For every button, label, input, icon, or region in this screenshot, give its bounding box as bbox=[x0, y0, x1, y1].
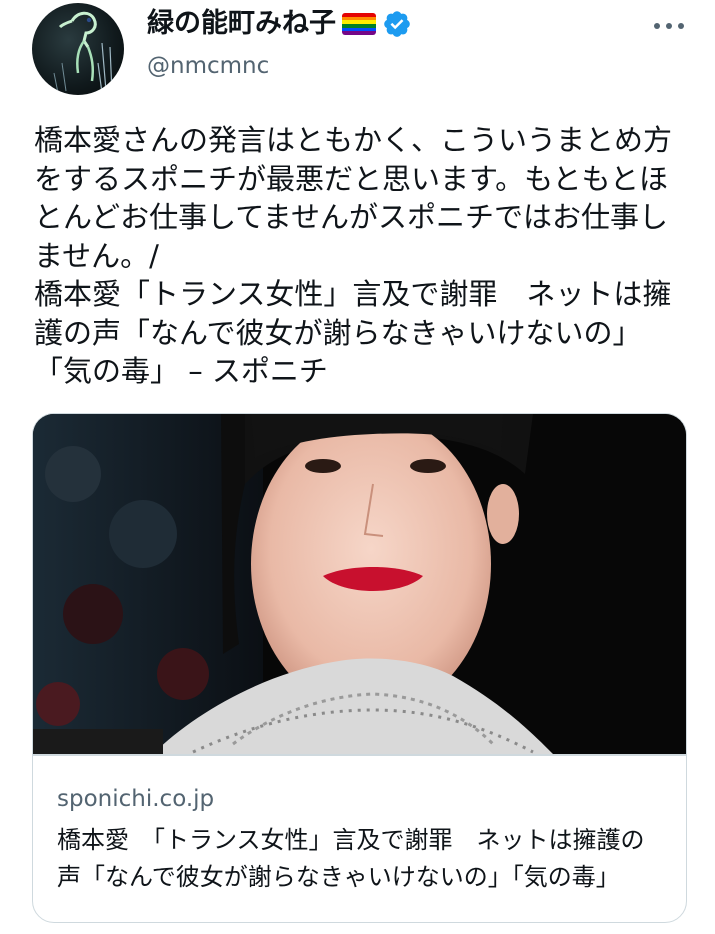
display-name-row[interactable]: 緑の能町みね子 bbox=[147, 6, 412, 42]
more-options-icon bbox=[678, 23, 684, 29]
card-divider bbox=[33, 754, 686, 756]
link-preview-card[interactable]: sponichi.co.jp 橋本愛 「トランス女性」言及で謝罪 ネットは擁護の… bbox=[32, 413, 687, 923]
more-options-icon bbox=[666, 23, 672, 29]
verified-badge-icon bbox=[384, 11, 410, 37]
tweet-text: 橋本愛さんの発言はともかく、こういうまとめ方をするスポニチが最悪だと思います。も… bbox=[34, 121, 684, 391]
card-domain: sponichi.co.jp bbox=[57, 786, 215, 812]
user-handle[interactable]: @nmcmnc bbox=[147, 50, 269, 82]
tweet-link-text[interactable]: 橋本愛「トランス女性」言及で謝罪 ネットは擁護の声「なんで彼女が謝らなきゃいけな… bbox=[34, 275, 684, 391]
card-title[interactable]: 橋本愛 「トランス女性」言及で謝罪 ネットは擁護の声「なんで彼女が謝らなきゃいけ… bbox=[57, 822, 657, 896]
more-options-button[interactable] bbox=[652, 14, 686, 38]
display-name[interactable]: 緑の能町みね子 bbox=[147, 6, 336, 42]
avatar-image bbox=[53, 11, 113, 94]
tweet-text-paragraph: 橋本愛さんの発言はともかく、こういうまとめ方をするスポニチが最悪だと思います。も… bbox=[34, 123, 673, 273]
rainbow-flag-icon bbox=[342, 13, 376, 35]
avatar[interactable] bbox=[32, 3, 124, 95]
card-photo bbox=[33, 414, 686, 754]
more-options-icon bbox=[654, 23, 660, 29]
card-image[interactable] bbox=[33, 414, 686, 754]
tweet: 緑の能町みね子 @nmcmnc 橋本愛さんの発言はともかく、こういうまとめ方をす… bbox=[0, 0, 715, 934]
